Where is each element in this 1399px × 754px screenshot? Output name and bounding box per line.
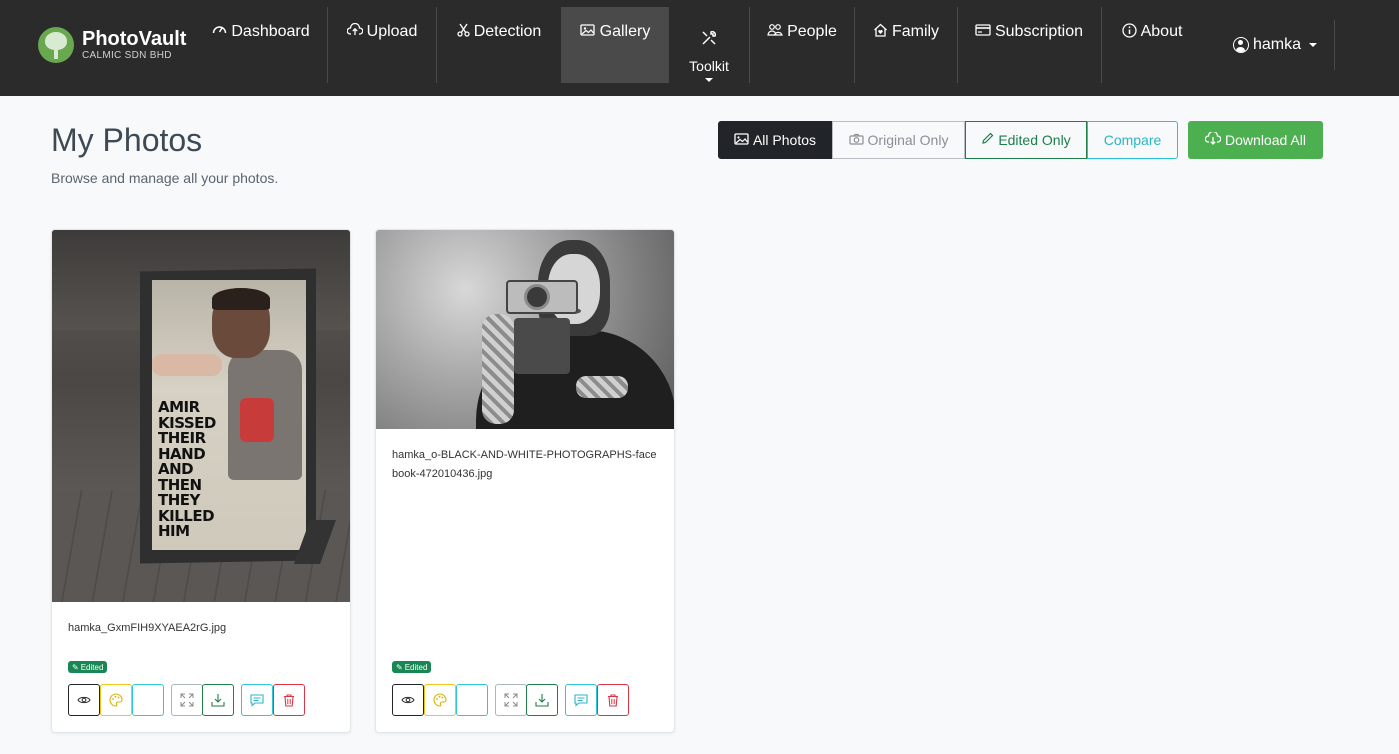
brand-name: PhotoVault [82, 28, 187, 50]
fullscreen-button[interactable] [171, 684, 203, 716]
nav-toolkit-label: Toolkit [689, 58, 729, 74]
photo-filter-group: All Photos Original Only Edited Only Com… [718, 121, 1178, 159]
info-circle-icon [1121, 23, 1137, 41]
color-edit-button[interactable] [100, 684, 132, 716]
nav-people-label: People [787, 23, 837, 40]
view-button[interactable] [392, 684, 424, 716]
cloud-upload-icon [346, 22, 364, 39]
nav-toolkit-dropdown[interactable]: Toolkit [678, 7, 740, 83]
user-name: hamka [1253, 36, 1302, 53]
download-all-label: Download All [1225, 132, 1306, 148]
filter-original-only-button[interactable]: Original Only [832, 121, 965, 159]
delete-button[interactable] [597, 684, 629, 716]
scissors-icon [457, 23, 470, 40]
comment-button[interactable] [241, 684, 273, 716]
expand-icon [180, 693, 194, 707]
images-icon [580, 23, 596, 39]
pencil-icon [981, 132, 994, 148]
credit-card-icon [975, 23, 991, 39]
comment-icon [250, 694, 264, 707]
page-title: My Photos [51, 122, 203, 158]
trash-icon [284, 694, 294, 707]
edited-badge: ✎ Edited [392, 661, 432, 673]
filter-all-photos-button[interactable]: All Photos [718, 121, 832, 159]
edited-badge: ✎ Edited [68, 661, 108, 673]
trash-icon [608, 694, 618, 707]
house-heart-icon [873, 23, 888, 40]
nav-detection-label: Detection [473, 23, 542, 40]
top-navbar: PhotoVault CALMIC SDN BHD Dashboard Uplo… [0, 0, 1399, 96]
filter-compare-label: Compare [1103, 132, 1162, 148]
view-button[interactable] [68, 684, 100, 716]
dashboard-gauge-icon [212, 23, 227, 39]
eye-icon [401, 696, 415, 704]
nav-subscription[interactable]: Subscription [967, 7, 1091, 83]
cloud-download-icon [1204, 130, 1222, 148]
palette-icon [433, 693, 447, 707]
delete-button[interactable] [273, 684, 305, 716]
pencil-icon: ✎ [396, 662, 403, 672]
filter-original-label: Original Only [867, 132, 949, 148]
people-icon [767, 23, 783, 39]
nav-dashboard[interactable]: Dashboard [204, 7, 318, 83]
download-button[interactable] [526, 684, 558, 716]
filter-edited-label: Edited Only [998, 132, 1071, 148]
download-icon [211, 694, 225, 707]
brand[interactable]: PhotoVault CALMIC SDN BHD [38, 27, 186, 63]
photo-thumbnail[interactable] [376, 230, 674, 429]
filter-edited-only-button[interactable]: Edited Only [965, 121, 1087, 159]
nav-dashboard-label: Dashboard [231, 23, 310, 40]
page-subtitle: Browse and manage all your photos. [51, 170, 279, 186]
pencil-icon: ✎ [72, 662, 79, 672]
download-icon [535, 694, 549, 707]
expand-icon [504, 693, 518, 707]
nav-upload[interactable]: Upload [337, 7, 427, 83]
nav-subscription-label: Subscription [994, 23, 1084, 40]
palette-icon [109, 693, 123, 707]
brand-subtitle: CALMIC SDN BHD [82, 50, 172, 61]
photo-card: AMIR KISSED THEIR HAND AND THEN THEY KIL… [51, 229, 351, 733]
tree-logo-icon [38, 27, 74, 63]
images-icon [734, 132, 749, 148]
nav-gallery-label: Gallery [599, 23, 651, 40]
filter-compare-button[interactable]: Compare [1087, 121, 1178, 159]
photo-thumbnail[interactable]: AMIR KISSED THEIR HAND AND THEN THEY KIL… [52, 230, 350, 602]
download-button[interactable] [202, 684, 234, 716]
photo-filename: hamka_GxmFIH9XYAEA2rG.jpg [68, 622, 227, 634]
nav-gallery[interactable]: Gallery [561, 7, 669, 83]
caret-down-icon [705, 78, 713, 82]
user-circle-icon [1233, 37, 1249, 53]
tools-icon [701, 30, 717, 50]
nav-family[interactable]: Family [864, 7, 948, 83]
download-all-button[interactable]: Download All [1188, 121, 1323, 159]
user-menu-dropdown[interactable]: hamka [1233, 36, 1318, 54]
camera-icon [848, 133, 864, 148]
billboard-text: AMIR KISSED THEIR HAND AND THEN THEY KIL… [158, 398, 216, 540]
photo-card: hamka_o-BLACK-AND-WHITE-PHOTOGRAPHS-face… [375, 229, 675, 733]
comment-icon [574, 694, 588, 707]
nav-about-label: About [1140, 23, 1183, 40]
comment-button[interactable] [565, 684, 597, 716]
nav-about[interactable]: About [1111, 7, 1193, 83]
nav-people[interactable]: People [759, 7, 845, 83]
nav-family-label: Family [891, 23, 940, 40]
nav-detection[interactable]: Detection [446, 7, 552, 83]
info-action-button[interactable] [456, 684, 488, 716]
info-action-button[interactable] [132, 684, 164, 716]
filter-all-label: All Photos [752, 132, 817, 148]
photo-filename: hamka_o-BLACK-AND-WHITE-PHOTOGRAPHS-face… [392, 449, 657, 480]
color-edit-button[interactable] [424, 684, 456, 716]
eye-icon [77, 696, 91, 704]
nav-upload-label: Upload [366, 23, 418, 40]
fullscreen-button[interactable] [495, 684, 527, 716]
caret-down-icon [1309, 43, 1318, 47]
